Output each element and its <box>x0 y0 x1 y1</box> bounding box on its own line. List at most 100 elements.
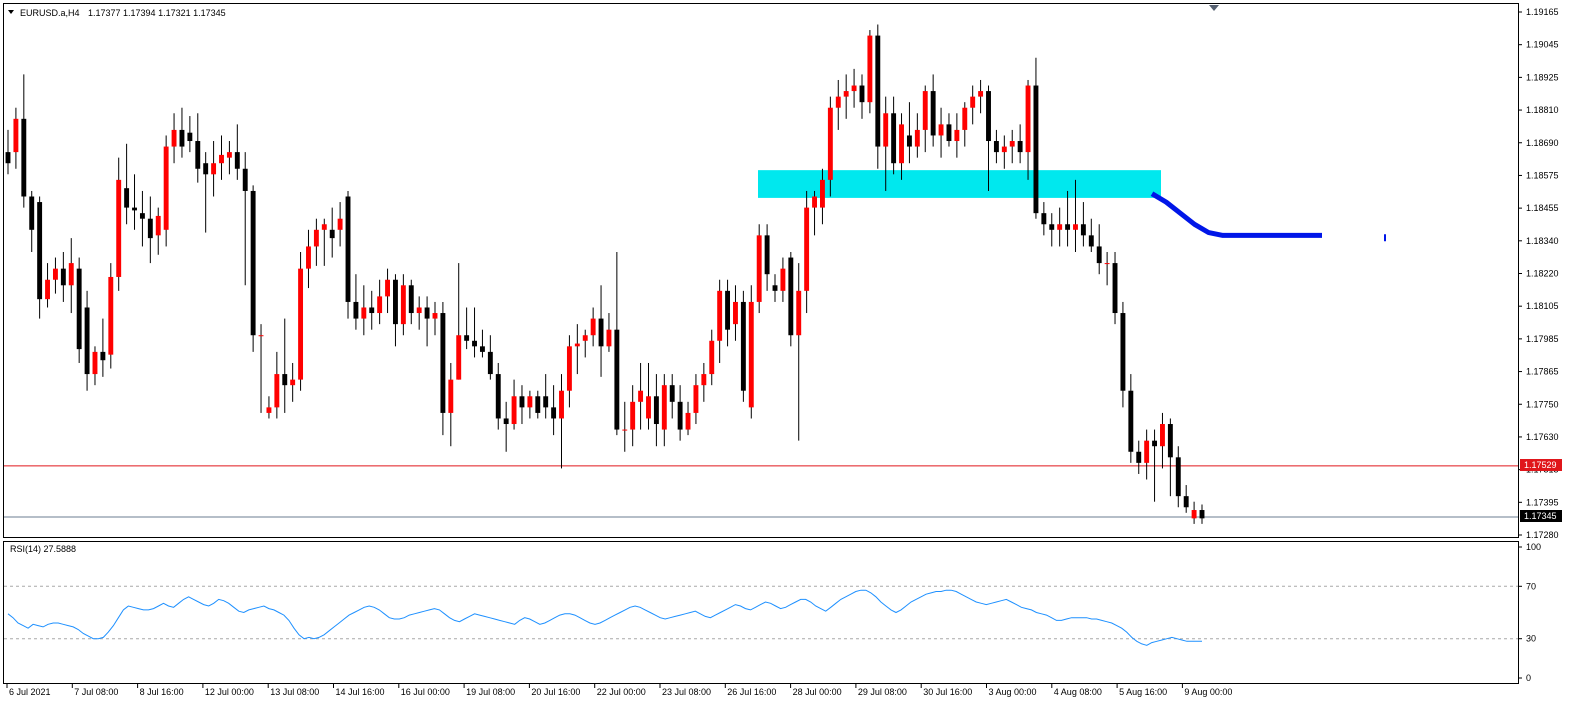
candle-body <box>899 124 904 164</box>
price-tick-label: 1.19165 <box>1526 7 1559 17</box>
rsi-chart-frame <box>3 541 1519 684</box>
candle-body <box>740 301 746 391</box>
candle-body <box>124 188 130 208</box>
candle-body <box>733 301 738 325</box>
candle-body <box>1136 451 1142 463</box>
candle-body <box>187 132 193 142</box>
candle-body <box>566 346 572 391</box>
candle-body <box>503 418 509 425</box>
time-tick-label: 16 Jul 00:00 <box>401 687 450 697</box>
zone-layer <box>758 170 1161 198</box>
candle-body <box>685 412 691 430</box>
price-tick-label: 1.18455 <box>1526 203 1559 213</box>
candle-body <box>812 196 817 208</box>
candle-body <box>1080 224 1086 236</box>
candle-body <box>1057 224 1063 230</box>
time-tick-label: 19 Jul 08:00 <box>466 687 515 697</box>
candle-body <box>614 329 620 430</box>
candle-body <box>337 218 343 230</box>
candle-body <box>1041 213 1047 225</box>
candle-body <box>29 196 35 230</box>
candle-body <box>693 385 699 413</box>
candle-body <box>147 218 153 239</box>
symbol-label: EURUSD.a,H4 <box>20 8 80 18</box>
time-tick-label: 5 Aug 16:00 <box>1119 687 1167 697</box>
candle-body <box>527 396 533 408</box>
time-tick-label: 23 Jul 08:00 <box>662 687 711 697</box>
candle-body <box>804 207 810 291</box>
candle-body <box>440 313 446 413</box>
candle-body <box>891 113 897 164</box>
price-tick-label: 1.18690 <box>1526 138 1559 148</box>
candle-body <box>1104 263 1110 265</box>
candle-body <box>456 335 462 380</box>
candle-body <box>21 118 27 197</box>
candle-body <box>535 396 541 413</box>
time-tick-label: 22 Jul 00:00 <box>597 687 646 697</box>
candle-body <box>669 385 675 402</box>
candle-body <box>1128 390 1134 452</box>
candle-body <box>551 407 557 419</box>
candle-body <box>424 307 430 319</box>
candle-body <box>725 290 731 330</box>
candle-body <box>290 379 296 386</box>
candle-body <box>780 268 786 291</box>
candle-body <box>495 374 501 419</box>
candle-body <box>701 374 707 386</box>
candle-body <box>1096 246 1102 264</box>
candle-body <box>313 229 319 247</box>
candle-body <box>282 374 288 386</box>
candle-body <box>163 146 169 230</box>
candle-body <box>843 91 849 97</box>
chart-window: EURUSD.a,H4 1.17377 1.17394 1.17321 1.17… <box>3 3 1562 697</box>
candle-body <box>709 340 715 375</box>
candle-body <box>385 279 391 297</box>
candle-body <box>400 285 406 325</box>
time-tick-label: 14 Jul 16:00 <box>336 687 385 697</box>
price-tick-label: 1.17395 <box>1526 497 1559 507</box>
candle-body <box>661 385 667 430</box>
ma-tick-marker <box>1384 234 1386 242</box>
time-axis: 6 Jul 2021 7 Jul 08:00 8 Jul 16:00 12 Jul 0… <box>6 684 1232 697</box>
time-tick-label: 12 Jul 00:00 <box>205 687 254 697</box>
candle-body <box>875 35 881 147</box>
candle-body <box>772 285 778 291</box>
time-tick-label: 3 Aug 00:00 <box>989 687 1037 697</box>
candle-body <box>211 163 217 175</box>
price-tags: 1.17529 1.17345 <box>1520 459 1562 522</box>
candle-body <box>155 215 161 236</box>
candle-body <box>970 96 976 108</box>
candle-body <box>511 396 517 425</box>
candle-body <box>393 279 398 325</box>
candle-body <box>472 340 477 347</box>
candle-body <box>345 196 351 302</box>
rsi-tick-label: 70 <box>1526 581 1536 591</box>
candle-body <box>5 152 11 164</box>
time-tick-label: 26 Jul 16:00 <box>727 687 776 697</box>
candle-body <box>1065 224 1071 230</box>
candle-body <box>606 329 612 347</box>
price-tick-label: 1.18810 <box>1526 105 1559 115</box>
candle-body <box>717 290 723 341</box>
candle-body <box>250 190 256 336</box>
candle-body <box>321 224 327 230</box>
candle-body <box>37 202 43 300</box>
candle-body <box>408 285 414 314</box>
candle-body <box>764 235 770 275</box>
time-tick-label: 4 Aug 08:00 <box>1054 687 1102 697</box>
candle-body <box>653 396 659 425</box>
price-tick-label: 1.17750 <box>1526 399 1559 409</box>
candle-body <box>978 91 984 97</box>
candle-body <box>1112 263 1118 314</box>
candle-body <box>914 129 920 147</box>
demand-zone[interactable] <box>758 170 1161 198</box>
candle-body <box>1073 224 1078 230</box>
rsi-tick-label: 100 <box>1526 542 1541 552</box>
candle-body <box>1199 510 1205 519</box>
candle-body <box>76 268 82 350</box>
candle-body <box>1183 496 1189 508</box>
candle-body <box>946 124 952 142</box>
candle-body <box>416 307 422 314</box>
candle-body <box>139 213 145 219</box>
candle-body <box>1001 146 1007 153</box>
